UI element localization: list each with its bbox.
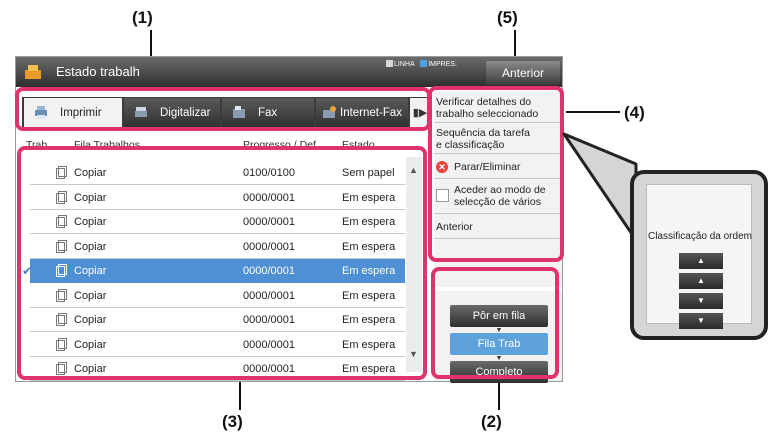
popup-title: Classificação da ordem	[648, 231, 752, 242]
window-title: Estado trabalh	[56, 64, 140, 79]
callout-3: (3)	[222, 412, 243, 431]
move-down-icon[interactable]: ▼	[679, 293, 723, 309]
highlight-tabs	[15, 87, 431, 131]
sequence-popup: Classificação da ordem ▲ ▲ ▼ ▼	[630, 170, 768, 340]
job-status-icon	[25, 65, 41, 79]
popup-panel: Classificação da ordem ▲ ▲ ▼ ▼	[646, 184, 752, 329]
zoom-connector	[562, 132, 638, 242]
callout-1: (1)	[132, 8, 153, 27]
legend-line-label: LINHA	[394, 61, 415, 68]
highlight-action-panel	[428, 86, 564, 262]
move-to-bottom-icon[interactable]: ▼	[679, 313, 723, 329]
callout-2: (2)	[481, 412, 502, 431]
highlight-job-list	[17, 146, 427, 380]
move-up-icon[interactable]: ▲	[679, 273, 723, 289]
status-legend: LINHA IMPRES.	[386, 60, 457, 68]
back-button[interactable]: Anterior	[486, 61, 560, 85]
callout-5: (5)	[497, 8, 518, 27]
legend-print-label: IMPRES.	[428, 61, 457, 68]
print-legend-icon	[420, 60, 428, 67]
leader-line-4	[566, 111, 620, 113]
highlight-queue-buttons	[431, 267, 559, 379]
leader-line-3	[239, 380, 241, 410]
leader-line-2	[498, 380, 500, 410]
move-to-top-icon[interactable]: ▲	[679, 253, 723, 269]
title-bar: Estado trabalh LINHA IMPRES. Anterior	[16, 57, 562, 87]
line-legend-icon	[386, 60, 393, 67]
